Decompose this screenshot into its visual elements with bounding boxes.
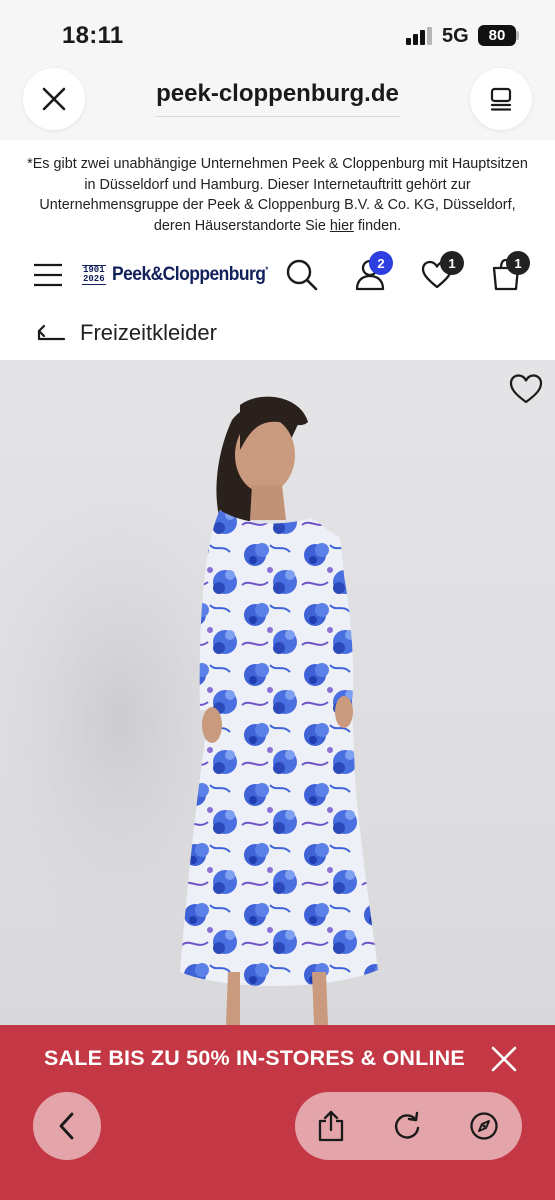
reload-button[interactable] — [387, 1106, 427, 1146]
heart-outline-icon — [509, 374, 543, 404]
notice-link-here[interactable]: hier — [330, 218, 354, 234]
sale-banner-close-button[interactable] — [488, 1043, 520, 1075]
logo-years: 1901 2026 — [82, 265, 106, 285]
wishlist-badge: 1 — [440, 251, 464, 275]
search-button[interactable] — [284, 257, 320, 293]
share-icon — [318, 1110, 344, 1142]
hamburger-menu-icon — [34, 263, 62, 287]
menu-button[interactable] — [33, 260, 63, 290]
company-notice: *Es gibt zwei unabhängige Unternehmen Pe… — [20, 154, 535, 236]
tab-overview-icon — [490, 87, 512, 111]
account-badge: 2 — [369, 251, 393, 275]
brand-logo[interactable]: 1901 2026 Peek&Cloppenburg* — [82, 264, 281, 286]
signal-strength-icon — [406, 27, 434, 45]
compass-button[interactable] — [464, 1106, 504, 1146]
status-bar: 18:11 5G 80 — [0, 0, 555, 60]
battery-cap — [516, 31, 519, 40]
url-underline — [155, 116, 400, 117]
status-time: 18:11 — [62, 22, 124, 49]
model-photo — [0, 396, 378, 1025]
browser-action-pill — [295, 1092, 522, 1160]
product-wishlist-button[interactable] — [508, 373, 544, 407]
compass-icon — [470, 1112, 498, 1140]
search-icon — [286, 259, 318, 291]
notice-text-end: finden. — [353, 217, 402, 234]
chevron-left-icon — [59, 1112, 74, 1140]
sale-banner-text: SALE BIS ZU 50% IN-STORES & ONLINE — [44, 1046, 465, 1070]
tab-overview-button[interactable] — [470, 68, 532, 130]
product-image[interactable] — [0, 360, 555, 1025]
category-back-link[interactable]: Freizeitkleider — [36, 318, 217, 348]
logo-name: Peek&Cloppenburg* — [111, 264, 268, 285]
browser-top-bar: peek-cloppenburg.de — [0, 60, 555, 140]
category-label: Freizeitkleider — [80, 320, 217, 345]
close-icon — [491, 1046, 517, 1072]
browser-back-button[interactable] — [33, 1092, 101, 1160]
notice-text: *Es gibt zwei unabhängige Unternehmen Pe… — [27, 156, 528, 234]
share-button[interactable] — [311, 1106, 351, 1146]
battery-level: 80 — [478, 25, 516, 46]
network-type: 5G — [442, 25, 469, 47]
site-header: 1901 2026 Peek&Cloppenburg* 2 1 1 — [0, 240, 555, 308]
back-arrow-icon — [37, 324, 66, 341]
cart-badge: 1 — [506, 251, 530, 275]
reload-icon — [394, 1111, 420, 1139]
